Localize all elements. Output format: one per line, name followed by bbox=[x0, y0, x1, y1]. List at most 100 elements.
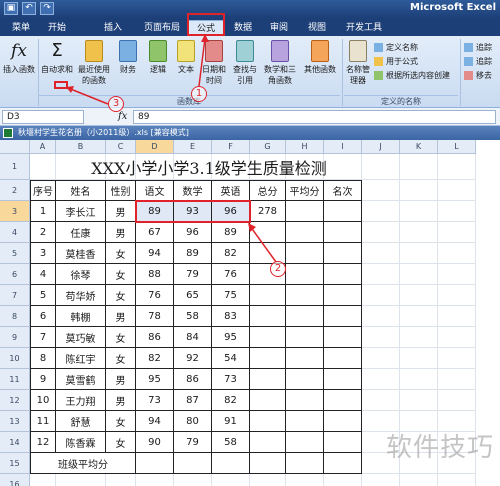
table-cell[interactable] bbox=[250, 285, 286, 306]
table-cell[interactable]: 86 bbox=[174, 369, 212, 390]
table-cell[interactable]: 10 bbox=[30, 390, 56, 411]
column-header-c[interactable]: C bbox=[106, 140, 136, 154]
redo-icon[interactable]: ↷ bbox=[40, 2, 54, 15]
table-cell[interactable] bbox=[324, 348, 362, 369]
math-trig-button[interactable]: 数学和三角函数 bbox=[262, 40, 298, 86]
trace-precedents-button[interactable]: 追踪 bbox=[464, 42, 492, 53]
table-cell[interactable]: 12 bbox=[30, 432, 56, 453]
autosum-button[interactable]: Σ 自动求和 bbox=[40, 40, 74, 75]
table-cell[interactable]: 65 bbox=[174, 285, 212, 306]
table-cell[interactable] bbox=[212, 453, 250, 474]
remove-arrows-button[interactable]: 移去 bbox=[464, 70, 492, 81]
table-cell[interactable]: 女 bbox=[106, 243, 136, 264]
column-header-d[interactable]: D bbox=[136, 140, 174, 154]
cell[interactable] bbox=[362, 327, 400, 348]
table-cell[interactable]: 女 bbox=[106, 264, 136, 285]
cell[interactable] bbox=[362, 264, 400, 285]
table-cell[interactable]: 88 bbox=[136, 264, 174, 285]
row-header-3[interactable]: 3 bbox=[0, 201, 30, 222]
cell[interactable] bbox=[56, 474, 106, 486]
table-cell[interactable]: 李长江 bbox=[56, 201, 106, 222]
cell[interactable] bbox=[400, 327, 438, 348]
cell[interactable] bbox=[400, 369, 438, 390]
select-all-corner[interactable] bbox=[0, 140, 30, 154]
table-cell[interactable]: 女 bbox=[106, 327, 136, 348]
table-cell[interactable]: 女 bbox=[106, 432, 136, 453]
table-cell[interactable] bbox=[286, 348, 324, 369]
table-cell[interactable]: 3 bbox=[30, 243, 56, 264]
table-cell[interactable] bbox=[250, 222, 286, 243]
table-cell[interactable] bbox=[324, 453, 362, 474]
table-cell[interactable] bbox=[286, 306, 324, 327]
cell[interactable] bbox=[362, 243, 400, 264]
table-cell[interactable]: 278 bbox=[250, 201, 286, 222]
table-cell[interactable]: 94 bbox=[136, 243, 174, 264]
tab-page-layout[interactable]: 页面布局 bbox=[138, 20, 186, 36]
cell[interactable] bbox=[438, 201, 476, 222]
table-cell[interactable]: 9 bbox=[30, 369, 56, 390]
row-header-6[interactable]: 6 bbox=[0, 264, 30, 285]
table-cell[interactable] bbox=[250, 411, 286, 432]
table-cell[interactable] bbox=[250, 453, 286, 474]
table-cell[interactable]: 任康 bbox=[56, 222, 106, 243]
cell[interactable] bbox=[400, 390, 438, 411]
table-cell[interactable] bbox=[250, 306, 286, 327]
table-cell[interactable]: 67 bbox=[136, 222, 174, 243]
cell[interactable] bbox=[438, 222, 476, 243]
row-header-8[interactable]: 8 bbox=[0, 306, 30, 327]
table-cell[interactable]: 89 bbox=[174, 243, 212, 264]
table-cell[interactable] bbox=[324, 390, 362, 411]
table-cell[interactable]: 莫桂香 bbox=[56, 243, 106, 264]
cell[interactable] bbox=[400, 474, 438, 486]
table-cell[interactable] bbox=[136, 453, 174, 474]
cell[interactable] bbox=[400, 264, 438, 285]
table-cell[interactable]: 1 bbox=[30, 201, 56, 222]
insert-function-button[interactable]: fx 插入函数 bbox=[2, 40, 36, 75]
lookup-reference-button[interactable]: 查找与引用 bbox=[230, 40, 260, 86]
table-cell[interactable]: 莫巧敏 bbox=[56, 327, 106, 348]
tab-home[interactable]: 开始 bbox=[40, 20, 74, 36]
cell[interactable] bbox=[362, 201, 400, 222]
table-cell[interactable] bbox=[324, 369, 362, 390]
table-cell[interactable]: 78 bbox=[136, 306, 174, 327]
table-cell[interactable]: 94 bbox=[136, 411, 174, 432]
table-cell[interactable] bbox=[250, 432, 286, 453]
table-cell[interactable] bbox=[286, 390, 324, 411]
cell[interactable] bbox=[438, 243, 476, 264]
name-manager-button[interactable]: 名称管理器 bbox=[344, 40, 372, 86]
table-cell[interactable] bbox=[324, 243, 362, 264]
table-cell[interactable]: 58 bbox=[174, 306, 212, 327]
cell[interactable] bbox=[324, 474, 362, 486]
row-header-7[interactable]: 7 bbox=[0, 285, 30, 306]
table-cell[interactable]: 80 bbox=[174, 411, 212, 432]
table-cell[interactable] bbox=[286, 222, 324, 243]
cell[interactable] bbox=[362, 306, 400, 327]
use-in-formula-button[interactable]: 用于公式 bbox=[374, 56, 418, 67]
row-header-4[interactable]: 4 bbox=[0, 222, 30, 243]
cell[interactable] bbox=[106, 474, 136, 486]
cell[interactable] bbox=[438, 348, 476, 369]
table-cell[interactable]: 王力翔 bbox=[56, 390, 106, 411]
column-header-k[interactable]: K bbox=[400, 140, 438, 154]
datetime-button[interactable]: 日期和时间 bbox=[200, 40, 228, 86]
table-cell[interactable]: 5 bbox=[30, 285, 56, 306]
cell[interactable] bbox=[438, 306, 476, 327]
define-name-button[interactable]: 定义名称 bbox=[374, 42, 418, 53]
cell[interactable] bbox=[30, 154, 56, 180]
financial-button[interactable]: 财务 bbox=[114, 40, 142, 75]
table-cell[interactable]: 莫雪鹤 bbox=[56, 369, 106, 390]
row-header-11[interactable]: 11 bbox=[0, 369, 30, 390]
table-cell[interactable] bbox=[286, 243, 324, 264]
table-cell[interactable]: 58 bbox=[212, 432, 250, 453]
table-cell[interactable]: 79 bbox=[174, 432, 212, 453]
tab-review[interactable]: 审阅 bbox=[264, 20, 294, 36]
table-cell[interactable]: 11 bbox=[30, 411, 56, 432]
table-cell[interactable] bbox=[324, 285, 362, 306]
table-cell[interactable]: 54 bbox=[212, 348, 250, 369]
table-cell[interactable]: 87 bbox=[174, 390, 212, 411]
table-cell[interactable]: 89 bbox=[212, 222, 250, 243]
cell[interactable] bbox=[400, 154, 438, 180]
table-cell[interactable] bbox=[286, 285, 324, 306]
table-cell[interactable]: 76 bbox=[136, 285, 174, 306]
cell[interactable] bbox=[438, 390, 476, 411]
